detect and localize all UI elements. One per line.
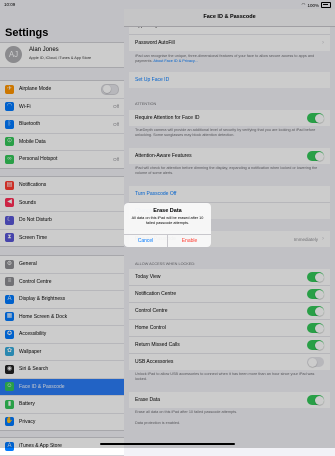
enable-button[interactable]: Enable: [168, 235, 211, 247]
alert-buttons: Cancel Enable: [124, 234, 211, 247]
alert-message: All data on this iPad will be erased aft…: [131, 216, 204, 225]
home-indicator[interactable]: [100, 443, 235, 445]
erase-data-alert: Erase Data All data on this iPad will be…: [124, 203, 211, 247]
cancel-button[interactable]: Cancel: [124, 235, 168, 247]
alert-title: Erase Data: [153, 208, 182, 214]
